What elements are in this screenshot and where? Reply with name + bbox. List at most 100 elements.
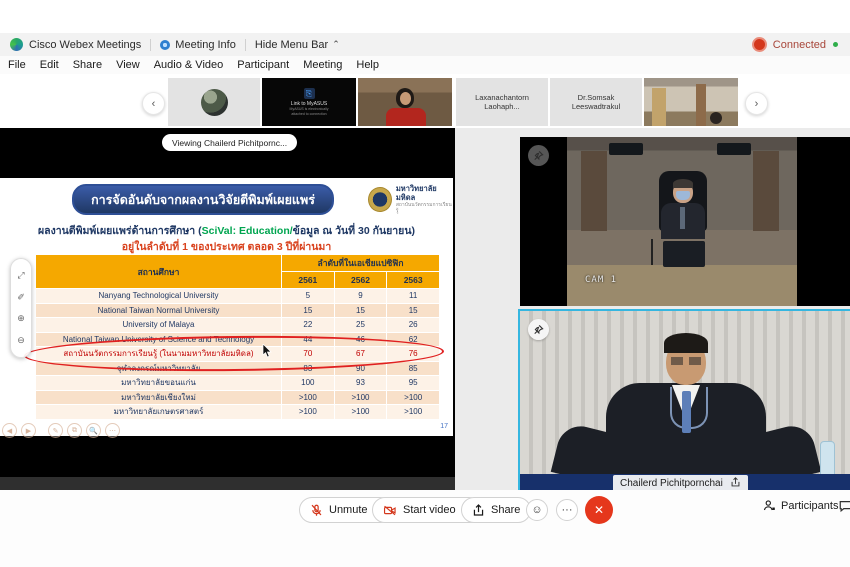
pin-video-button[interactable] xyxy=(528,319,549,340)
connected-status: Connected xyxy=(773,39,826,51)
copy-slide-button[interactable]: ⧉ xyxy=(67,423,82,438)
zoom-button[interactable]: 🔍 xyxy=(86,423,101,438)
app-title: Cisco Webex Meetings xyxy=(29,39,141,51)
table-row: University of Malaya222526 xyxy=(36,318,440,333)
table-row: มหาวิทยาลัยขอนแก่น1009395 xyxy=(36,376,440,391)
video-figure xyxy=(652,88,666,126)
menu-item-edit[interactable]: Edit xyxy=(40,59,59,71)
hide-menu-bar-button[interactable]: Hide Menu Bar xyxy=(255,39,328,51)
participant-thumbnail[interactable] xyxy=(358,78,452,126)
menu-item-view[interactable]: View xyxy=(116,59,140,71)
chevron-up-icon: ⌃ xyxy=(332,39,340,50)
prev-slide-button[interactable]: ◀ xyxy=(2,423,17,438)
more-options-button[interactable]: ··· xyxy=(556,499,578,521)
video-figure xyxy=(710,112,722,124)
slide-subtitle-line2: อยู่ในลำดับที่ 1 ของประเทศ ตลอด 3 ปีที่ผ… xyxy=(0,238,453,255)
link-icon: ⎘ xyxy=(304,88,315,99)
participant-thumbnail[interactable]: ⎘ Link to MyASUS MyASUS is electronicall… xyxy=(262,78,356,126)
toolbar-divider xyxy=(150,39,151,51)
table-header-rank-group: ลำดับที่ในเอเชียแปซิฟิก xyxy=(282,255,440,272)
menu-item-participant[interactable]: Participant xyxy=(237,59,289,71)
table-row: มหาวิทยาลัยเชียงใหม่>100>100>100 xyxy=(36,390,440,405)
video-feed-cam[interactable]: CAM 1 xyxy=(520,137,850,306)
meeting-info-button[interactable]: Meeting Info xyxy=(175,39,236,51)
video-figure xyxy=(386,108,426,126)
stage-bottom-strip xyxy=(0,477,455,490)
video-figure xyxy=(400,92,411,105)
participant-thumbnail[interactable] xyxy=(644,78,738,126)
camera-watermark: CAM 1 xyxy=(585,275,617,285)
video-figure xyxy=(567,265,797,306)
table-row: Nanyang Technological University5911 xyxy=(36,289,440,304)
filmstrip-prev-button[interactable]: ‹ xyxy=(142,92,165,115)
presentation-slide: การจัดอันดับจากผลงานวิจัยตีพิมพ์เผยแพร่ … xyxy=(0,178,453,436)
university-emblem-icon xyxy=(368,187,392,212)
logo-subtitle: สถาบันนวัตกรรมการเรียนรู้ xyxy=(396,202,453,214)
video-feed-active-speaker[interactable]: Chailerd Pichitpornchai xyxy=(518,309,850,494)
viewing-label: Viewing Chailerd Pichitpornc... xyxy=(162,134,297,151)
thumbnail-label: Laxanachantorn Laohaph... xyxy=(456,93,548,111)
participant-thumbnail[interactable]: Dr.Somsak Leeswadtrakul xyxy=(550,78,642,126)
thumbnail-subtext: attached to connection xyxy=(291,112,326,117)
slide-title: การจัดอันดับจากผลงานวิจัยตีพิมพ์เผยแพร่ xyxy=(72,184,334,215)
menu-item-meeting[interactable]: Meeting xyxy=(303,59,342,71)
video-figure xyxy=(671,357,701,365)
table-row: National Taiwan University of Science an… xyxy=(36,332,440,347)
participant-thumbnail[interactable] xyxy=(168,78,260,126)
logo-name: มหาวิทยาลัยมหิดล xyxy=(396,184,453,202)
toolbar-divider xyxy=(245,39,246,51)
chat-bubble-icon xyxy=(838,499,850,513)
share-screen-icon[interactable] xyxy=(730,477,741,491)
share-button[interactable]: Share xyxy=(461,497,531,523)
slide-nav-toolbar: ◀ ▶ ✎ ⧉ 🔍 ⋯ xyxy=(2,423,124,438)
video-figure xyxy=(664,333,708,353)
thumbnail-label: Dr.Somsak Leeswadtrakul xyxy=(550,93,642,111)
zoom-out-icon[interactable]: ⊖ xyxy=(17,335,25,346)
video-filmstrip: ‹ ⎘ Link to MyASUS MyASUS is electronica… xyxy=(0,74,850,128)
ranking-table: สถานศึกษา ลำดับที่ในเอเชียแปซิฟิก 2561 2… xyxy=(35,254,440,420)
video-figure xyxy=(651,239,653,265)
leave-meeting-button[interactable]: ✕ xyxy=(585,496,613,524)
webex-window: Cisco Webex Meetings Meeting Info Hide M… xyxy=(0,0,850,567)
meeting-control-bar: Unmute ▼ Start video ▼ Share ☺ ··· ✕ xyxy=(0,490,850,567)
connection-quality-icon xyxy=(833,42,838,47)
menu-item-help[interactable]: Help xyxy=(356,59,379,71)
filmstrip-next-button[interactable]: › xyxy=(745,92,768,115)
table-row: จุฬาลงกรณ์มหาวิทยาลัย839085 xyxy=(36,361,440,376)
participants-button[interactable]: Participants xyxy=(763,499,838,512)
chat-button[interactable] xyxy=(838,499,850,518)
fit-view-icon[interactable]: ⤢ xyxy=(17,270,24,281)
pin-video-button[interactable] xyxy=(528,145,549,166)
video-figure xyxy=(820,441,835,477)
annotate-button[interactable]: ✎ xyxy=(48,423,63,438)
video-figure xyxy=(682,391,691,433)
university-logo: มหาวิทยาลัยมหิดล สถาบันนวัตกรรมการเรียนร… xyxy=(368,184,453,214)
table-row: สถาบันนวัตกรรมการเรียนรู้ (ในนามมหาวิทยา… xyxy=(36,347,440,362)
zoom-in-icon[interactable]: ⊕ xyxy=(17,313,25,324)
record-icon xyxy=(752,37,767,52)
table-row: National Taiwan Normal University151515 xyxy=(36,303,440,318)
video-figure xyxy=(673,179,693,188)
next-slide-button[interactable]: ▶ xyxy=(21,423,36,438)
mic-muted-icon xyxy=(310,504,323,517)
menu-item-share[interactable]: Share xyxy=(73,59,102,71)
slide-subtitle: ผลงานตีพิมพ์เผยแพร่ด้านการศึกษา (SciVal:… xyxy=(0,222,453,239)
table-header-institution: สถานศึกษา xyxy=(36,255,282,289)
meeting-info-icon xyxy=(160,40,170,50)
participant-thumbnail[interactable]: Laxanachantorn Laohaph... xyxy=(456,78,548,126)
more-tools-button[interactable]: ⋯ xyxy=(105,423,120,438)
menu-item-audio-video[interactable]: Audio & Video xyxy=(154,59,224,71)
participants-icon xyxy=(763,499,776,512)
video-figure xyxy=(680,207,685,229)
viewer-tools-toolbar: ⤢ ✐ ⊕ ⊖ xyxy=(10,258,32,358)
menu-item-file[interactable]: File xyxy=(8,59,26,71)
ranking-table-body: Nanyang Technological University5911Nati… xyxy=(36,289,440,420)
slide-page-number: 17 xyxy=(440,423,448,430)
video-figure xyxy=(581,151,607,231)
menu-bar: File Edit Share View Audio & Video Participan… xyxy=(0,56,850,74)
shared-content-stage: Viewing Chailerd Pichitpornc... การจัดอั… xyxy=(0,128,455,490)
pointer-icon[interactable]: ✐ xyxy=(17,292,25,303)
table-row: มหาวิทยาลัยเกษตรศาสตร์>100>100>100 xyxy=(36,405,440,420)
video-figure xyxy=(609,143,643,155)
reactions-button[interactable]: ☺ xyxy=(526,499,548,521)
